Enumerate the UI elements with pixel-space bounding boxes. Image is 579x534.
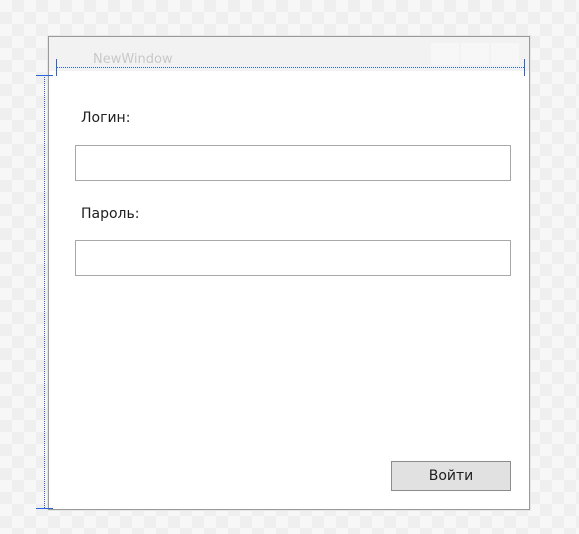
horizontal-guide-cap-left bbox=[56, 59, 57, 76]
title-bar: NewWindow bbox=[49, 37, 529, 71]
password-input[interactable] bbox=[75, 240, 511, 276]
window-frame: NewWindow Логин: Пароль: Войти bbox=[48, 36, 530, 510]
login-button[interactable]: Войти bbox=[391, 461, 511, 491]
designer-surface: NewWindow Логин: Пароль: Войти bbox=[0, 0, 579, 534]
password-label: Пароль: bbox=[81, 206, 140, 222]
login-label: Логин: bbox=[81, 110, 131, 126]
horizontal-guide-cap-right bbox=[524, 59, 525, 76]
maximize-button[interactable] bbox=[461, 43, 489, 65]
minimize-button[interactable] bbox=[431, 43, 459, 65]
vertical-guide-line bbox=[44, 75, 45, 508]
window-title: NewWindow bbox=[93, 52, 173, 67]
close-button[interactable] bbox=[491, 43, 519, 65]
login-input[interactable] bbox=[75, 145, 511, 181]
vertical-guide-cap-top bbox=[36, 75, 53, 76]
horizontal-guide-line bbox=[56, 67, 524, 68]
vertical-guide-cap-bottom bbox=[36, 508, 53, 509]
